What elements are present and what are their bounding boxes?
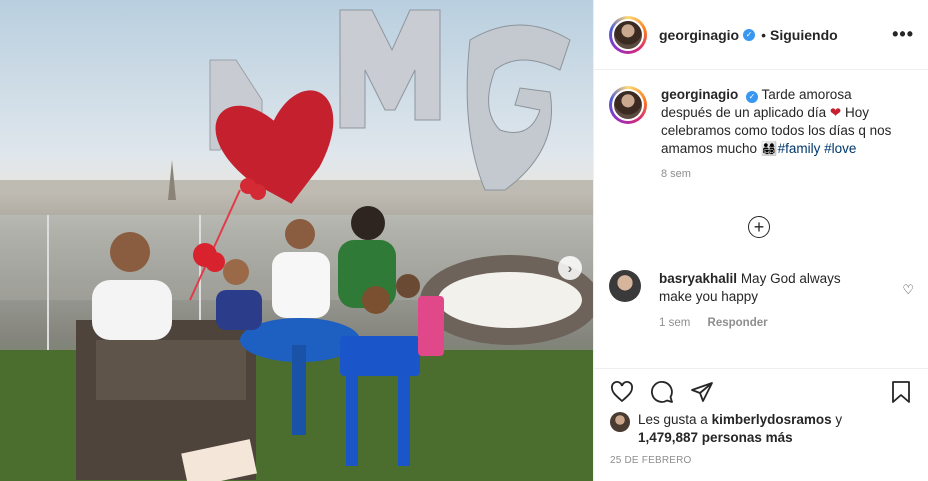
next-photo-button[interactable]: ›	[558, 256, 582, 280]
action-icons	[610, 379, 912, 405]
like-heart-icon[interactable]	[610, 380, 634, 404]
caption-avatar[interactable]	[612, 89, 644, 121]
heart-emoji-icon: ❤	[829, 105, 842, 120]
post-side-panel: georginagio ✓ • Siguiendo ••• georginagi…	[593, 0, 928, 481]
comment-meta: 1 sem Responder	[659, 314, 859, 332]
liker-username[interactable]: kimberlydosramos	[712, 412, 832, 427]
post-header: georginagio ✓ • Siguiendo •••	[594, 0, 928, 70]
following-button[interactable]: Siguiendo	[770, 27, 838, 43]
comments-section: georginagio ✓ Tarde amorosa después de u…	[594, 70, 928, 368]
reply-button[interactable]: Responder	[708, 317, 768, 329]
comment-like-icon[interactable]: ♡	[902, 282, 914, 332]
hashtag-family[interactable]: #family	[778, 141, 821, 156]
likes-prefix: Les gusta a	[638, 412, 708, 427]
separator: •	[761, 26, 767, 43]
load-more-comments-icon[interactable]: +	[748, 216, 770, 238]
commenter-avatar[interactable]	[609, 270, 641, 302]
save-bookmark-icon[interactable]	[890, 380, 912, 404]
story-ring[interactable]	[609, 15, 647, 54]
likes-text: Les gusta a kimberlydosramos y 1,479,887…	[638, 411, 842, 447]
comment-text: basryakhalil May God always make you hap…	[659, 270, 859, 332]
caption-text: georginagio ✓ Tarde amorosa después de u…	[661, 86, 895, 158]
post-date[interactable]: 25 DE FEBRERO	[610, 455, 912, 466]
commenter-username[interactable]: basryakhalil	[659, 271, 737, 286]
author-username[interactable]: georginagio	[659, 27, 739, 43]
avatar[interactable]	[612, 18, 644, 51]
author-line: georginagio ✓ • Siguiendo	[659, 27, 838, 43]
likes-count[interactable]: 1,479,887 personas más	[638, 430, 793, 445]
photo-scene	[0, 9, 593, 481]
chevron-right-icon: ›	[567, 260, 573, 276]
hashtag-love[interactable]: #love	[824, 141, 856, 156]
caption-verified-badge-icon: ✓	[746, 91, 759, 103]
caption-story-ring[interactable]	[609, 86, 647, 124]
comment-bubble-icon[interactable]	[650, 380, 674, 404]
share-paper-plane-icon[interactable]	[690, 380, 714, 404]
post-photo[interactable]: ›	[0, 0, 593, 481]
liker-avatar[interactable]	[610, 412, 630, 432]
caption-username[interactable]: georginagio	[661, 87, 738, 102]
comment-item: basryakhalil May God always make you hap…	[609, 270, 914, 332]
family-emoji-icon: 👨‍👩‍👧‍👦	[760, 141, 778, 156]
verified-badge-icon: ✓	[743, 28, 756, 41]
likes-middle: y	[835, 412, 843, 427]
comment-timestamp[interactable]: 1 sem	[659, 317, 690, 329]
post-actions: Les gusta a kimberlydosramos y 1,479,887…	[594, 368, 928, 466]
likes-summary: Les gusta a kimberlydosramos y 1,479,887…	[610, 411, 912, 447]
caption-timestamp[interactable]: 8 sem	[661, 168, 912, 180]
more-options-icon[interactable]: •••	[892, 24, 914, 45]
caption: georginagio ✓ Tarde amorosa después de u…	[609, 86, 912, 158]
